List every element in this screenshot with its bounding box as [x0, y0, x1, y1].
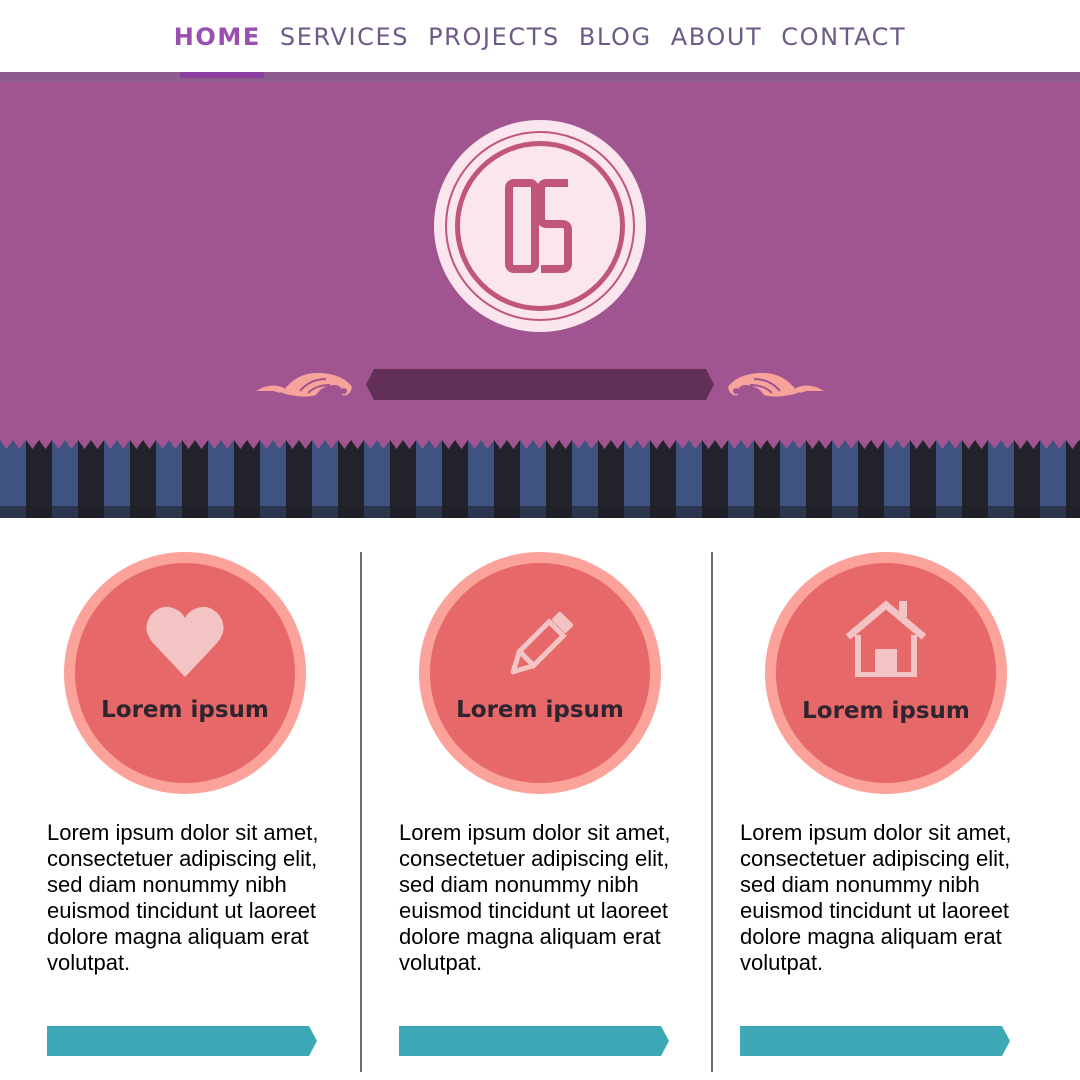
- nav-home[interactable]: HOME: [174, 22, 261, 52]
- feature-column-3: Lorem ipsum Lorem ipsum dolor sit amet, …: [740, 552, 1040, 1072]
- pencil-icon: [430, 605, 650, 685]
- nav-services[interactable]: SERVICES: [280, 22, 409, 52]
- hero-top-band: [0, 72, 1080, 82]
- feature-column-2: Lorem ipsum Lorem ipsum dolor sit amet, …: [399, 552, 699, 1072]
- nav-about[interactable]: ABOUT: [671, 22, 763, 52]
- feature-description: Lorem ipsum dolor sit amet, consectetuer…: [740, 820, 1012, 975]
- nav-blog[interactable]: BLOG: [579, 22, 652, 52]
- feature-title: Lorem ipsum: [101, 697, 269, 723]
- top-navigation: HOME SERVICES PROJECTS BLOG ABOUT CONTAC…: [0, 0, 1080, 72]
- feature-title: Lorem ipsum: [456, 697, 624, 723]
- feature-badge-inner: Lorem ipsum: [430, 563, 650, 783]
- heart-icon: [75, 603, 295, 679]
- nav-projects[interactable]: PROJECTS: [428, 22, 560, 52]
- feature-badge-2[interactable]: Lorem ipsum: [419, 552, 661, 794]
- logo-monogram: [434, 120, 646, 332]
- nav-menu: HOME SERVICES PROJECTS BLOG ABOUT CONTAC…: [0, 22, 1080, 52]
- logo-badge[interactable]: [434, 120, 646, 332]
- right-flourish-ornament: [728, 372, 824, 397]
- left-flourish-ornament: [256, 372, 352, 397]
- feature-badge-1[interactable]: Lorem ipsum: [64, 552, 306, 794]
- hero-ribbon-banner: [366, 369, 714, 400]
- feature-description: Lorem ipsum dolor sit amet, consectetuer…: [47, 820, 319, 975]
- feature-badge-inner: Lorem ipsum: [776, 563, 996, 783]
- feature-cta-button[interactable]: [399, 1026, 669, 1056]
- logo-monogram-graphic: [505, 179, 572, 273]
- feature-badge-inner: Lorem ipsum: [75, 563, 295, 783]
- hero-banner: [0, 72, 1080, 446]
- nav-contact[interactable]: CONTACT: [781, 22, 906, 52]
- feature-column-1: Lorem ipsum Lorem ipsum dolor sit amet, …: [47, 552, 347, 1072]
- feature-title: Lorem ipsum: [802, 698, 970, 724]
- feature-description: Lorem ipsum dolor sit amet, consectetuer…: [399, 820, 671, 975]
- striped-divider-band: [0, 440, 1080, 518]
- column-divider-2: [711, 552, 713, 1072]
- column-divider-1: [360, 552, 362, 1072]
- feature-cta-button[interactable]: [47, 1026, 317, 1056]
- feature-badge-3[interactable]: Lorem ipsum: [765, 552, 1007, 794]
- active-nav-indicator: [180, 72, 264, 78]
- house-icon: [776, 597, 996, 677]
- feature-cta-button[interactable]: [740, 1026, 1010, 1056]
